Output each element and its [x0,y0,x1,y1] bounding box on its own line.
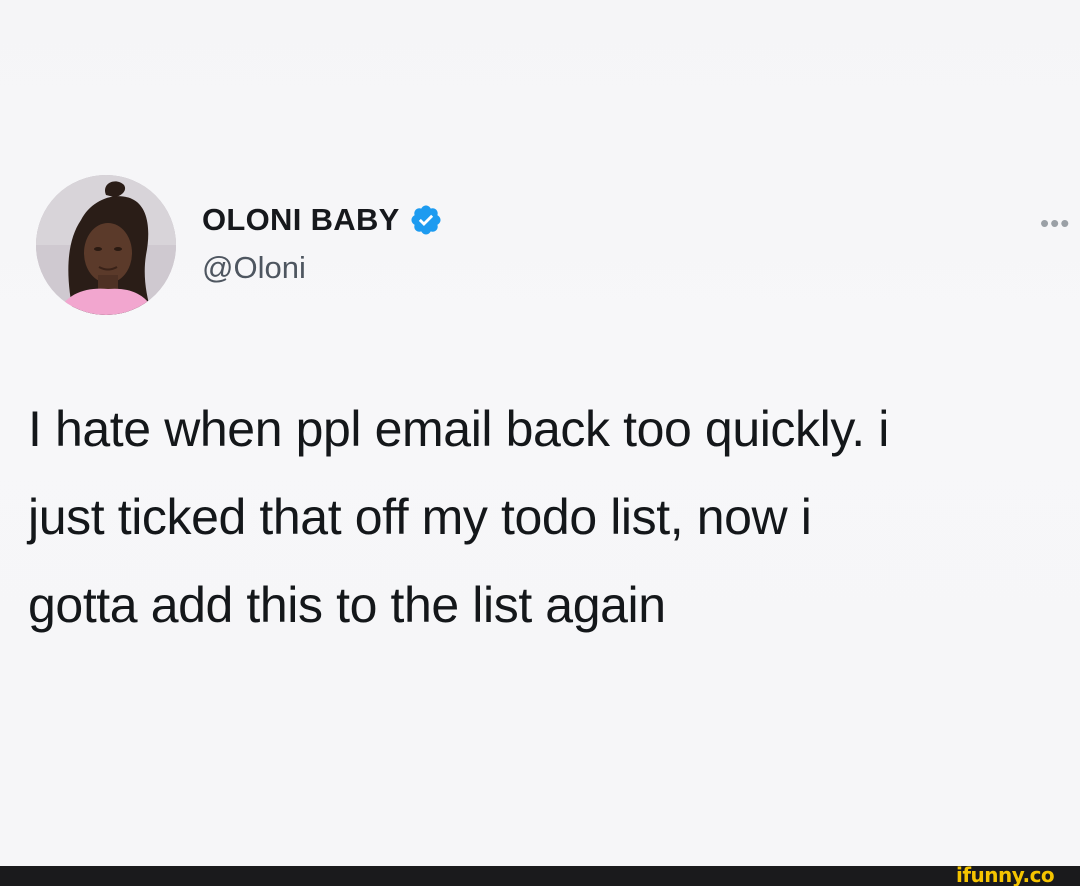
display-name-row: OLONI BABY [202,198,443,242]
tweet-text-line: gotta add this to the list again [28,577,666,633]
ifunny-watermark-logo: ifunny.co [956,863,1074,886]
more-dots-icon[interactable]: ••• [1040,208,1070,239]
tweet-text-line: just ticked that off my todo list, now i [28,489,812,545]
avatar[interactable] [36,175,176,315]
tweet-text: I hate when ppl email back too quickly. … [28,385,1068,649]
svg-text:ifunny.co: ifunny.co [956,863,1054,886]
watermark-bar [0,866,1080,886]
tweet-text-line: I hate when ppl email back too quickly. … [28,401,889,457]
avatar-image [36,175,176,315]
user-handle[interactable]: @Oloni [202,250,306,286]
verified-badge-icon [409,203,443,237]
display-name[interactable]: OLONI BABY [202,202,400,238]
tweet-card: OLONI BABY @Oloni ••• I hate when ppl em… [0,0,1080,866]
